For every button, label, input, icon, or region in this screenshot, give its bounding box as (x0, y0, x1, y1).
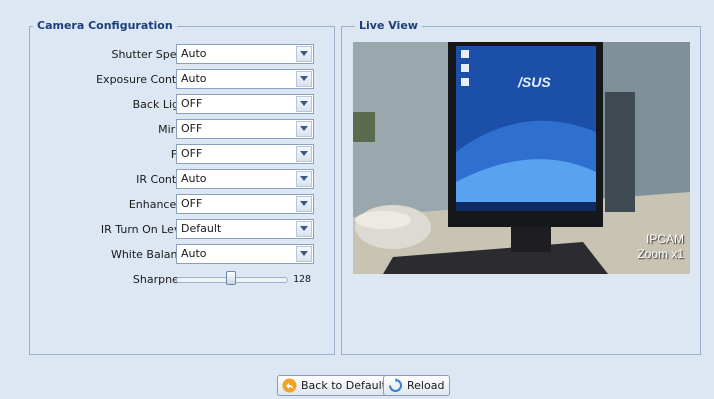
shutter-speed-value: Auto (181, 47, 207, 60)
ir-control-select[interactable]: Auto (176, 169, 314, 189)
chevron-down-icon[interactable] (296, 46, 312, 62)
chevron-down-icon[interactable] (296, 121, 312, 137)
reload-label: Reload (407, 379, 445, 392)
mirror-value: OFF (181, 122, 203, 135)
live-view-panel: Live View /SUS IPCAM Zoom x1 (341, 19, 701, 355)
back-to-default-label: Back to Default (301, 379, 386, 392)
flip-row: Flip: OFF (30, 144, 330, 165)
enhance-ir-value: OFF (181, 197, 203, 210)
ir-turn-on-level-value: Default (181, 222, 222, 235)
sharpness-value: 128 (293, 274, 312, 285)
ir-turn-on-level-select[interactable]: Default (176, 219, 314, 239)
chevron-down-icon[interactable] (296, 196, 312, 212)
zoom-level-overlay: Zoom x1 (637, 247, 684, 261)
reload-icon (388, 378, 403, 399)
enhance-ir-row: Enhance IR: OFF (30, 194, 330, 215)
ir-turn-on-level-row: IR Turn On Level: Default (30, 219, 330, 240)
sharpness-row: Sharpness: 128 (30, 269, 330, 290)
enhance-ir-select[interactable]: OFF (176, 194, 314, 214)
white-balance-value: Auto (181, 247, 207, 260)
mirror-select[interactable]: OFF (176, 119, 314, 139)
live-view-title: Live View (355, 19, 422, 32)
flip-select[interactable]: OFF (176, 144, 314, 164)
screen-brand-text: /SUS (518, 74, 551, 90)
chevron-down-icon[interactable] (296, 171, 312, 187)
sharpness-slider-handle[interactable] (226, 271, 236, 285)
exposure-control-value: Auto (181, 72, 207, 85)
white-balance-row: White Balance: Auto (30, 244, 330, 265)
exposure-control-select[interactable]: Auto (176, 69, 314, 89)
back-light-select[interactable]: OFF (176, 94, 314, 114)
camera-configuration-title: Camera Configuration (33, 19, 177, 32)
camera-name-overlay: IPCAM (645, 232, 684, 246)
chevron-down-icon[interactable] (296, 246, 312, 262)
ir-control-value: Auto (181, 172, 207, 185)
live-video-feed[interactable]: /SUS IPCAM Zoom x1 (353, 42, 690, 274)
exposure-control-row: Exposure Control: Auto (30, 69, 330, 90)
chevron-down-icon[interactable] (296, 221, 312, 237)
back-light-value: OFF (181, 97, 203, 110)
shutter-speed-row: Shutter Speed: Auto (30, 44, 330, 65)
camera-configuration-panel: Camera Configuration Shutter Speed: Auto… (29, 19, 335, 355)
white-balance-select[interactable]: Auto (176, 244, 314, 264)
chevron-down-icon[interactable] (296, 146, 312, 162)
shutter-speed-select[interactable]: Auto (176, 44, 314, 64)
chevron-down-icon[interactable] (296, 71, 312, 87)
undo-arrow-icon (282, 378, 297, 399)
reload-button[interactable]: Reload (383, 375, 451, 399)
ir-control-row: IR Control: Auto (30, 169, 330, 190)
chevron-down-icon[interactable] (296, 96, 312, 112)
mirror-row: Mirror: OFF (30, 119, 330, 140)
back-to-default-button[interactable]: Back to Default (277, 375, 392, 396)
back-light-row: Back Light: OFF (30, 94, 330, 115)
flip-value: OFF (181, 147, 203, 160)
